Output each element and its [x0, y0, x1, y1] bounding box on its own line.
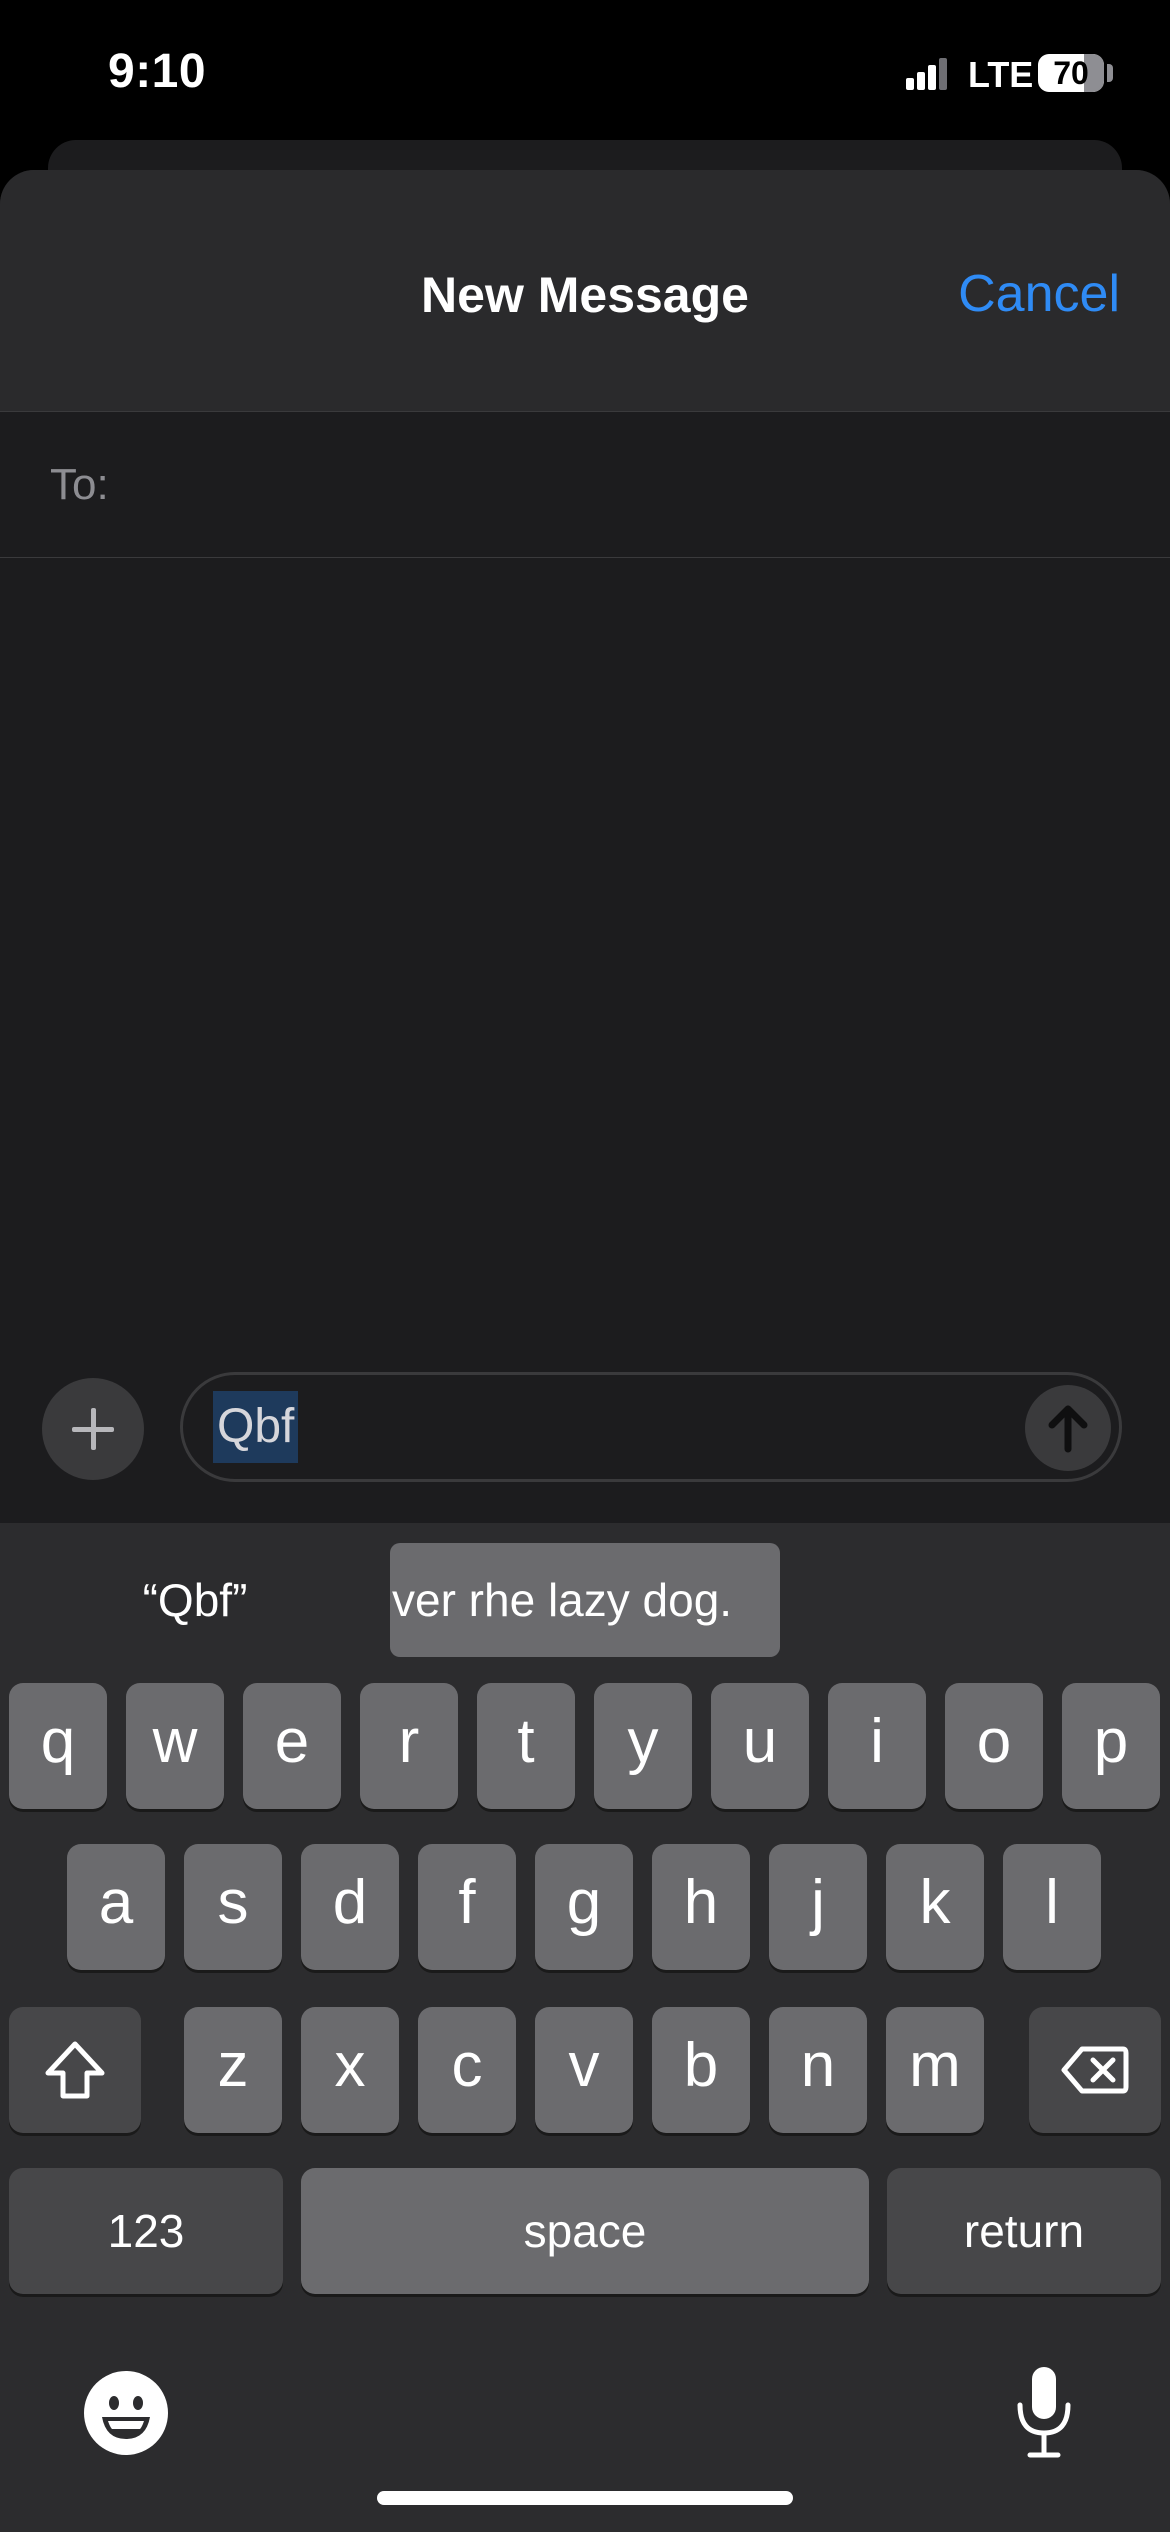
battery-tip [1107, 64, 1113, 82]
message-input[interactable]: Qbf [180, 1372, 1122, 1482]
key-n[interactable]: n [769, 2007, 867, 2133]
key-c[interactable]: c [418, 2007, 516, 2133]
key-q[interactable]: q [9, 1683, 107, 1809]
key-i[interactable]: i [828, 1683, 926, 1809]
shift-key[interactable] [9, 2007, 141, 2133]
key-o[interactable]: o [945, 1683, 1043, 1809]
arrow-up-icon [1048, 1405, 1088, 1453]
key-t[interactable]: t [477, 1683, 575, 1809]
microphone-icon [1017, 2367, 1071, 2458]
dictation-button[interactable] [1006, 2363, 1082, 2463]
status-bar: 9:10 LTE 70 [0, 0, 1170, 150]
battery-level: 70 [1053, 55, 1089, 91]
keyboard: “Qbf” ver rhe lazy dog. q w e r t y u i … [0, 1523, 1170, 2532]
delete-key[interactable] [1029, 2007, 1161, 2133]
key-y[interactable]: y [594, 1683, 692, 1809]
key-r[interactable]: r [360, 1683, 458, 1809]
status-time: 9:10 [108, 45, 207, 98]
delete-icon [1061, 2046, 1129, 2094]
battery-icon: 70 [1038, 54, 1104, 92]
signal-strength-icon [906, 58, 948, 90]
key-l[interactable]: l [1003, 1844, 1101, 1970]
to-label: To: [50, 460, 109, 509]
key-g[interactable]: g [535, 1844, 633, 1970]
key-b[interactable]: b [652, 2007, 750, 2133]
numbers-key[interactable]: 123 [9, 2168, 283, 2294]
key-u[interactable]: u [711, 1683, 809, 1809]
key-j[interactable]: j [769, 1844, 867, 1970]
key-s[interactable]: s [184, 1844, 282, 1970]
suggestion-phrase[interactable]: ver rhe lazy dog. [390, 1543, 780, 1657]
key-a[interactable]: a [67, 1844, 165, 1970]
key-e[interactable]: e [243, 1683, 341, 1809]
network-type: LTE [968, 54, 1034, 95]
key-p[interactable]: p [1062, 1683, 1160, 1809]
return-key[interactable]: return [887, 2168, 1161, 2294]
to-field[interactable]: To: [0, 412, 1170, 558]
emoji-button[interactable] [84, 2371, 168, 2455]
key-h[interactable]: h [652, 1844, 750, 1970]
key-k[interactable]: k [886, 1844, 984, 1970]
sheet-header: New Message Cancel [0, 170, 1170, 412]
key-d[interactable]: d [301, 1844, 399, 1970]
key-f[interactable]: f [418, 1844, 516, 1970]
cancel-button[interactable]: Cancel [958, 264, 1120, 324]
key-m[interactable]: m [886, 2007, 984, 2133]
suggestion-quoted[interactable]: “Qbf” [60, 1543, 330, 1657]
key-z[interactable]: z [184, 2007, 282, 2133]
emoji-icon [102, 2396, 150, 2439]
send-button[interactable] [1025, 1385, 1111, 1471]
key-w[interactable]: w [126, 1683, 224, 1809]
message-text-selected: Qbf [213, 1391, 299, 1463]
home-indicator[interactable] [377, 2491, 793, 2505]
shift-icon [45, 2041, 105, 2099]
add-attachment-button[interactable] [42, 1378, 144, 1480]
space-key[interactable]: space [301, 2168, 869, 2294]
key-v[interactable]: v [535, 2007, 633, 2133]
screen: 9:10 LTE 70 New Message Cancel To: Qbf “… [0, 0, 1170, 2532]
key-x[interactable]: x [301, 2007, 399, 2133]
